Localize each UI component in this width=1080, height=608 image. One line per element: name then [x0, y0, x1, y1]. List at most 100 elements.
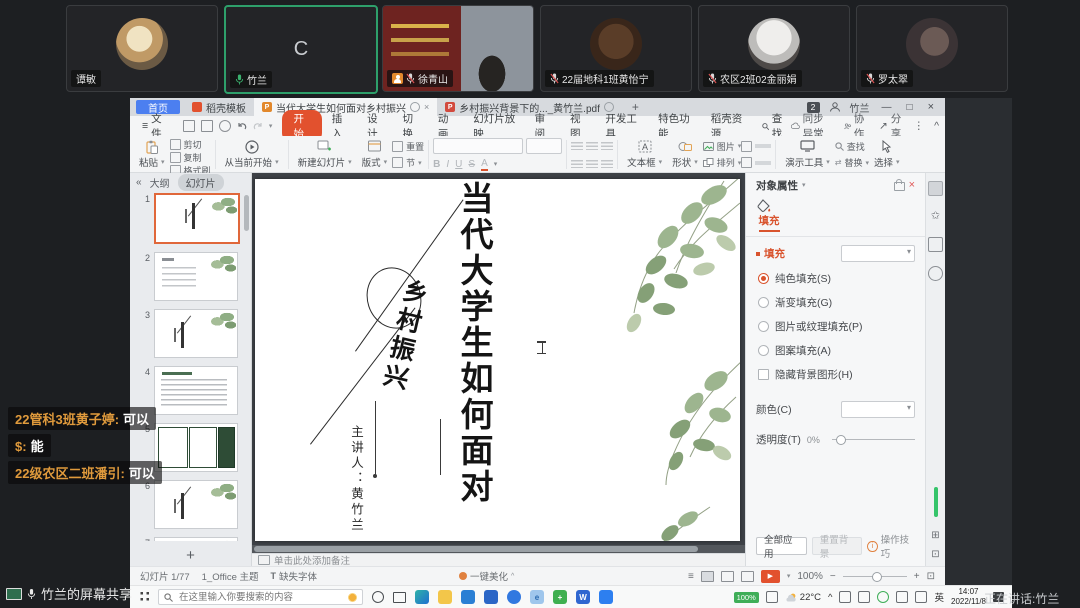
caret-down-icon[interactable]: ▾	[802, 181, 806, 189]
history-icon[interactable]	[928, 266, 943, 281]
more-options-icon[interactable]: ⋮	[914, 120, 925, 132]
reset-background-button[interactable]: 重置背景	[812, 537, 863, 555]
outline-tab[interactable]: 大纲	[150, 175, 170, 190]
reset-button[interactable]: 重置	[392, 140, 424, 153]
layout-button[interactable]: 版式▾	[357, 138, 393, 171]
option-picture-fill[interactable]: 图片或纹理填充(P)	[758, 319, 915, 334]
start-button[interactable]	[138, 592, 149, 603]
normal-view-icon[interactable]	[701, 571, 714, 582]
option-hide-background[interactable]: 隐藏背景图形(H)	[758, 367, 915, 382]
theme-name[interactable]: 1_Office 主题	[202, 569, 259, 583]
tray-expand-icon[interactable]: ^	[828, 592, 832, 603]
horizontal-scrollbar[interactable]	[252, 545, 745, 553]
zoom-knob[interactable]	[872, 572, 882, 582]
cortana-icon[interactable]	[372, 591, 384, 603]
task-view-icon[interactable]	[393, 592, 406, 603]
slide-thumbnail-1[interactable]: 1	[140, 193, 252, 244]
app-green-icon[interactable]: +	[553, 590, 567, 604]
pin-panel-icon[interactable]	[894, 182, 905, 191]
weather-tray[interactable]: 22°C	[785, 592, 821, 603]
meeting-app-icon[interactable]	[599, 590, 613, 604]
pen-icon[interactable]	[839, 591, 851, 603]
participant-tile[interactable]: 谭敏	[66, 5, 218, 92]
play-from-current-button[interactable]: 从当前开始▾	[220, 138, 284, 171]
panel-scrollbar[interactable]	[244, 195, 249, 231]
effects-icon[interactable]: ✩	[929, 210, 942, 223]
bold-button[interactable]: B	[433, 159, 440, 170]
caret-down-icon[interactable]: ▾	[787, 572, 791, 580]
battery-percent[interactable]: 100%	[734, 592, 759, 603]
fill-preset-dropdown[interactable]	[841, 245, 915, 262]
apply-all-button[interactable]: 全部应用	[756, 537, 807, 555]
beautify-button[interactable]: 一键美化 ^	[459, 569, 514, 583]
animation-pane-icon[interactable]	[928, 237, 943, 252]
section-button[interactable]: 节▾	[392, 156, 424, 169]
preview-icon[interactable]	[219, 120, 231, 132]
line-spacing-icon[interactable]	[601, 160, 613, 168]
presentation-tools-button[interactable]: 演示工具▾	[780, 138, 835, 171]
presenter-textbox[interactable]: 主讲人：黄竹兰	[347, 425, 366, 537]
notes-toggle-icon[interactable]: ≡	[688, 571, 694, 582]
picture-button[interactable]: 图片▾	[703, 140, 742, 153]
numbering-icon[interactable]	[586, 160, 598, 168]
textbox-button[interactable]: A 文本框▾	[622, 138, 667, 171]
slide-thumbnail-2[interactable]: 2	[140, 252, 252, 301]
browser-icon[interactable]	[507, 590, 521, 604]
collapse-ribbon-icon[interactable]: ^	[934, 120, 939, 132]
volume-icon[interactable]	[915, 591, 927, 603]
strikethrough-button[interactable]: S	[468, 159, 475, 170]
save-icon[interactable]	[183, 120, 195, 132]
mail-icon[interactable]	[461, 590, 475, 604]
participant-tile-speaking[interactable]: C 竹兰	[224, 5, 378, 94]
redo-icon[interactable]	[253, 122, 263, 131]
tablet-icon[interactable]	[858, 591, 870, 603]
align-center-icon[interactable]	[586, 142, 598, 150]
underline-button[interactable]: U	[455, 159, 462, 170]
select-button[interactable]: 选择▾	[869, 138, 905, 171]
edge-icon[interactable]	[415, 590, 429, 604]
notes-bar[interactable]: 单击此处添加备注	[252, 553, 745, 566]
slides-tab[interactable]: 幻灯片	[178, 174, 224, 191]
ime-indicator[interactable]: 英	[934, 590, 944, 604]
print-icon[interactable]	[201, 120, 213, 132]
grid-view-icon[interactable]: ⊞	[931, 530, 939, 541]
replace-button[interactable]: ⇄ 替换▾	[835, 156, 869, 169]
sync-tray-icon[interactable]	[877, 591, 889, 603]
fill-tab[interactable]: 填充	[756, 199, 782, 232]
slide-thumbnail-3[interactable]: 3	[140, 309, 252, 358]
file-explorer-icon[interactable]	[438, 590, 452, 604]
participant-tile[interactable]: 罗太翠	[856, 5, 1008, 92]
missing-fonts-button[interactable]: T缺失字体	[271, 569, 318, 583]
properties-panel-icon[interactable]	[928, 181, 943, 196]
slide-thumbnail-7[interactable]: 7	[140, 537, 252, 541]
copy-button[interactable]: 复制	[170, 151, 211, 164]
transparency-slider[interactable]	[832, 439, 915, 440]
cut-button[interactable]: 剪切	[170, 138, 211, 151]
close-panel-icon[interactable]: ×	[909, 179, 915, 191]
tab-docer-template[interactable]: 稻壳模板	[184, 98, 254, 116]
search-input[interactable]	[177, 591, 344, 604]
participant-tile[interactable]: 徐青山	[382, 5, 534, 92]
shapes-button[interactable]: 形状▾	[667, 138, 703, 171]
slide-1[interactable]: 当代大学生如何面对 乡村振兴 主讲人：黄竹兰	[255, 179, 740, 541]
slide-thumbnail-6[interactable]: 6	[140, 480, 252, 529]
zoom-out-icon[interactable]: −	[830, 571, 836, 582]
wps-icon[interactable]: W	[576, 590, 590, 604]
option-gradient-fill[interactable]: 渐变填充(G)	[758, 295, 915, 310]
color-dropdown[interactable]	[841, 401, 915, 418]
zoom-in-icon[interactable]: +	[914, 571, 920, 582]
app-blue-icon[interactable]	[484, 590, 498, 604]
font-size-select[interactable]	[526, 138, 562, 154]
reading-view-icon[interactable]	[741, 571, 754, 582]
undo-icon[interactable]	[237, 122, 247, 131]
fit-window-icon[interactable]: ⊡	[931, 549, 939, 560]
taskbar-search[interactable]	[158, 589, 363, 605]
fit-slide-icon[interactable]: ⊡	[927, 571, 935, 582]
ie-icon[interactable]: e	[530, 590, 544, 604]
slide-title-textbox[interactable]: 当代大学生如何面对	[453, 181, 493, 539]
new-slide-button[interactable]: 新建幻灯片▾	[293, 138, 357, 171]
quick-access-caret-icon[interactable]: ▾	[269, 122, 273, 130]
slideshow-play-button[interactable]: ▶	[761, 570, 780, 583]
align-left-icon[interactable]	[571, 142, 583, 150]
option-pattern-fill[interactable]: 图案填充(A)	[758, 343, 915, 358]
